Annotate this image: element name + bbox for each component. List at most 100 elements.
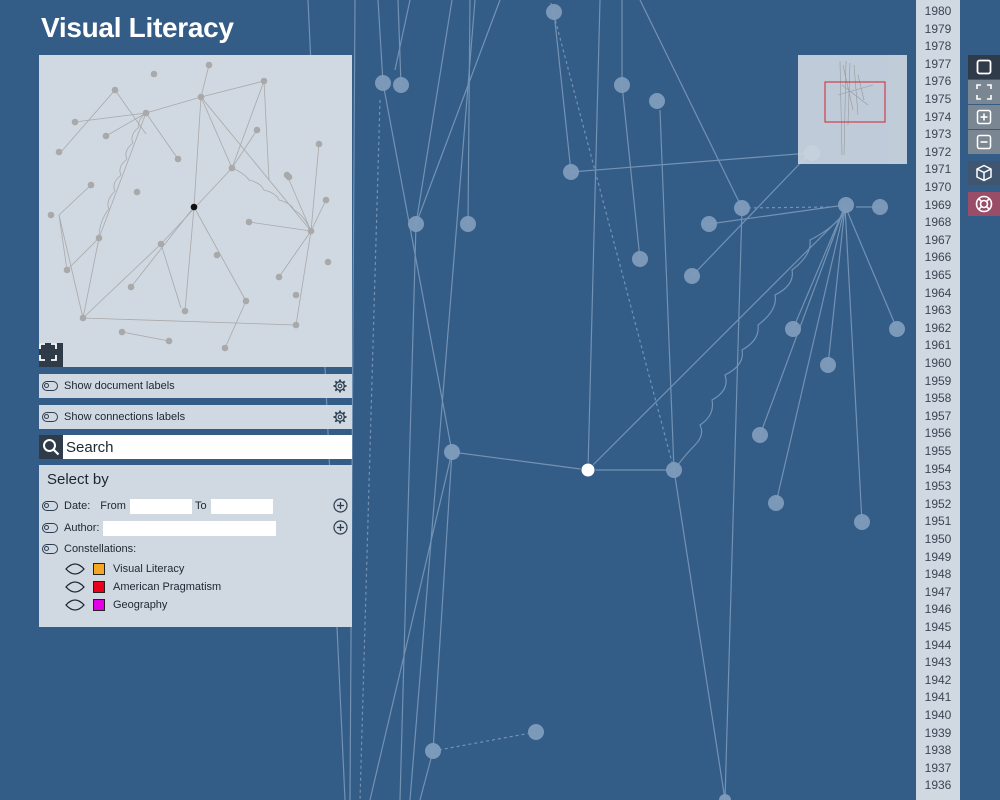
timeline-year: 1941 <box>924 690 952 705</box>
timeline-year: 1937 <box>924 760 952 775</box>
selected-node[interactable] <box>580 462 596 478</box>
eye-icon[interactable] <box>65 562 85 576</box>
timeline-year: 1943 <box>924 655 952 670</box>
3d-view-icon <box>976 164 992 182</box>
timeline-year: 1964 <box>924 285 952 300</box>
timeline-year: 1953 <box>924 479 952 494</box>
constellation-item[interactable]: American Pragmatism <box>65 579 221 595</box>
timeline-year: 1980 <box>924 4 952 18</box>
timeline-year: 1959 <box>924 373 952 388</box>
timeline-year: 1957 <box>924 408 952 423</box>
toggle-icon[interactable] <box>42 501 58 511</box>
search-icon <box>43 439 60 456</box>
zoom-in-icon <box>976 109 992 125</box>
timeline-year: 1947 <box>924 584 952 599</box>
timeline-year: 1956 <box>924 426 952 441</box>
timeline-year: 1960 <box>924 356 952 370</box>
overview-current-node <box>190 203 198 211</box>
author-filter-row: Author: <box>39 520 277 536</box>
select-mode-icon <box>976 59 992 75</box>
timeline-year: 1955 <box>924 444 952 458</box>
select-by-title: Select by <box>47 471 109 488</box>
timeline-year: 1966 <box>924 250 952 265</box>
timeline-year: 1952 <box>924 496 952 511</box>
search-bar <box>39 435 352 459</box>
timeline-year: 1973 <box>924 127 952 142</box>
document-labels-row: Show document labels <box>39 374 352 398</box>
search-button[interactable] <box>39 435 63 459</box>
date-to-input[interactable] <box>210 498 273 514</box>
timeline-year: 1972 <box>924 144 952 159</box>
add-author-icon[interactable] <box>333 520 348 535</box>
search-input[interactable] <box>63 435 352 459</box>
timeline-year: 1949 <box>924 549 952 564</box>
timeline-year: 1975 <box>924 92 952 106</box>
timeline-year: 1948 <box>924 567 952 582</box>
expand-button[interactable] <box>39 343 63 367</box>
author-input[interactable] <box>103 520 277 536</box>
toggle-icon[interactable] <box>42 412 58 422</box>
timeline-year: 1938 <box>924 743 952 758</box>
document-labels-text: Show document labels <box>64 380 175 392</box>
constellations-filter-row: Constellations: <box>39 541 136 557</box>
minimap-canvas <box>824 60 886 156</box>
toggle-icon[interactable] <box>42 523 58 533</box>
timeline-year: 1946 <box>924 602 952 617</box>
timeline-year: 1974 <box>924 109 952 124</box>
timeline-year: 1942 <box>924 672 952 687</box>
3d-view-button[interactable] <box>968 161 1000 185</box>
constellations-label: Constellations: <box>64 543 137 555</box>
select-mode-button[interactable] <box>968 55 1000 79</box>
add-date-icon[interactable] <box>333 498 348 513</box>
toggle-icon[interactable] <box>42 544 58 554</box>
timeline-year: 1979 <box>924 21 952 36</box>
connection-labels-row: Show connections labels <box>39 405 352 429</box>
zoom-in-button[interactable] <box>968 105 1000 129</box>
timeline-year: 1951 <box>924 514 952 529</box>
date-filter-row: Date: From To <box>39 498 273 514</box>
select-by-panel: Select by Date: From To Author: Constell… <box>39 465 352 627</box>
constellation-item[interactable]: Geography <box>65 597 167 613</box>
connection-labels-text: Show connections labels <box>64 411 186 423</box>
minimap-viewport[interactable] <box>824 81 886 123</box>
timeline-year: 1961 <box>924 338 952 353</box>
help-button[interactable] <box>968 192 1000 216</box>
constellation-item[interactable]: Visual Literacy <box>65 561 184 577</box>
toggle-icon[interactable] <box>42 381 58 391</box>
zoom-out-icon <box>976 134 992 150</box>
timeline-year: 1962 <box>924 320 952 335</box>
constellation-swatch <box>93 581 105 593</box>
constellation-name: Visual Literacy <box>113 563 185 575</box>
eye-icon[interactable] <box>65 580 85 594</box>
expand-icon <box>39 343 57 361</box>
timeline-year: 1936 <box>924 778 952 793</box>
overview-network[interactable] <box>39 55 352 367</box>
eye-icon[interactable] <box>65 598 85 612</box>
timeline-year: 1950 <box>924 532 952 546</box>
timeline-year: 1969 <box>924 197 952 212</box>
zoom-out-button[interactable] <box>968 130 1000 154</box>
gear-icon[interactable] <box>333 379 347 393</box>
timeline[interactable]: 1980 1979 1978 1977 1976 1975 1974 1973 1972 1971… <box>916 0 960 800</box>
constellation-swatch <box>93 563 105 575</box>
timeline-year: 1967 <box>924 232 952 247</box>
timeline-year: 1971 <box>924 162 952 177</box>
gear-icon[interactable] <box>333 410 347 424</box>
from-label: From <box>100 500 126 512</box>
timeline-year: 1978 <box>924 39 952 54</box>
to-label: To <box>194 500 207 512</box>
overview-panel[interactable] <box>39 55 352 367</box>
timeline-year: 1944 <box>924 637 952 652</box>
timeline-year: 1963 <box>924 303 952 318</box>
fit-view-button[interactable] <box>968 80 1000 104</box>
date-label: Date: <box>64 500 91 512</box>
timeline-year: 1976 <box>924 74 952 89</box>
timeline-year: 1958 <box>924 391 952 406</box>
timeline-year: 1945 <box>924 620 952 634</box>
timeline-year: 1970 <box>924 180 952 194</box>
constellation-name: American Pragmatism <box>113 581 222 593</box>
timeline-year: 1939 <box>924 725 952 740</box>
timeline-year: 1965 <box>924 268 952 282</box>
date-from-input[interactable] <box>129 498 192 514</box>
minimap[interactable] <box>798 55 907 164</box>
